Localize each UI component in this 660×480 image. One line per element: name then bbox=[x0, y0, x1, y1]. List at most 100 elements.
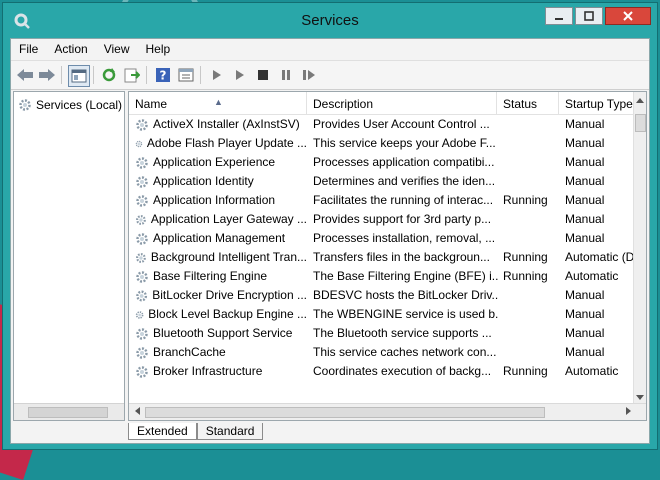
back-button[interactable] bbox=[15, 65, 35, 85]
column-header-status[interactable]: Status bbox=[497, 92, 559, 114]
scroll-up-icon bbox=[636, 98, 644, 103]
service-startup-type: Manual bbox=[565, 193, 605, 207]
service-startup-type: Manual bbox=[565, 326, 605, 340]
console-tree-pane: Services (Local) bbox=[13, 91, 125, 421]
maximize-button[interactable] bbox=[575, 7, 603, 25]
back-icon bbox=[17, 69, 33, 81]
scrollbar-thumb[interactable] bbox=[28, 407, 108, 418]
service-row[interactable]: BranchCache This service caches network … bbox=[129, 343, 636, 362]
service-name-cell: Background Intelligent Tran... bbox=[135, 248, 307, 267]
toolbar: ? bbox=[11, 60, 649, 90]
service-name-cell: Adobe Flash Player Update ... bbox=[135, 134, 307, 153]
stop-service-button[interactable] bbox=[253, 65, 273, 85]
minimize-button[interactable] bbox=[545, 7, 573, 25]
service-name: Application Layer Gateway ... bbox=[150, 212, 307, 226]
tab-extended[interactable]: Extended bbox=[128, 423, 197, 440]
service-name-cell: Application Information bbox=[135, 191, 307, 210]
title-bar[interactable]: Services bbox=[3, 3, 657, 39]
service-gear-icon bbox=[136, 327, 148, 340]
service-status: Running bbox=[503, 364, 548, 378]
export-list-button[interactable] bbox=[122, 65, 142, 85]
service-status bbox=[503, 324, 559, 343]
service-description: Processes installation, removal, ... bbox=[313, 231, 496, 245]
menu-view[interactable]: View bbox=[96, 39, 138, 59]
service-name-cell: Application Experience bbox=[135, 153, 307, 172]
service-name-cell: Application Identity bbox=[135, 172, 307, 191]
service-description: The Bluetooth service supports ... bbox=[313, 326, 492, 340]
restart-service-button[interactable] bbox=[299, 65, 319, 85]
pause-service-button[interactable] bbox=[276, 65, 296, 85]
column-header-startup-type[interactable]: Startup Type bbox=[559, 92, 636, 114]
refresh-button[interactable] bbox=[99, 65, 119, 85]
scrollbar-thumb[interactable] bbox=[635, 114, 646, 132]
service-startup-type: Manual bbox=[565, 117, 605, 131]
scrollbar-thumb[interactable] bbox=[145, 407, 545, 418]
service-row[interactable]: Application Layer Gateway ... Provides s… bbox=[129, 210, 636, 229]
service-startup-type: Manual bbox=[565, 288, 605, 302]
list-vertical-scrollbar[interactable] bbox=[633, 92, 646, 405]
start-service-icon bbox=[213, 70, 221, 80]
service-name-cell: ActiveX Installer (AxInstSV) bbox=[135, 115, 307, 134]
start-service-alt-button[interactable] bbox=[230, 65, 250, 85]
service-startup-type: Manual bbox=[565, 174, 605, 188]
forward-icon bbox=[39, 69, 55, 81]
service-row[interactable]: Application Management Processes install… bbox=[129, 229, 636, 248]
tab-standard[interactable]: Standard bbox=[196, 423, 264, 440]
service-status bbox=[503, 172, 559, 191]
menu-file[interactable]: File bbox=[11, 39, 46, 59]
column-header-name[interactable]: Name ▲ bbox=[129, 92, 307, 114]
service-row[interactable]: Background Intelligent Tran... Transfers… bbox=[129, 248, 636, 267]
service-name-cell: Block Level Backup Engine ... bbox=[135, 305, 307, 324]
service-name: BitLocker Drive Encryption ... bbox=[152, 288, 307, 302]
help-button[interactable]: ? bbox=[153, 65, 173, 85]
window-client: File Action View Help ? Services (Local)… bbox=[10, 38, 650, 444]
service-description: Determines and verifies the iden... bbox=[313, 174, 496, 188]
service-row[interactable]: Application Identity Determines and veri… bbox=[129, 172, 636, 191]
menu-action[interactable]: Action bbox=[46, 39, 95, 59]
service-name: Background Intelligent Tran... bbox=[150, 250, 307, 264]
service-row[interactable]: Adobe Flash Player Update ... This servi… bbox=[129, 134, 636, 153]
service-row[interactable]: Application Information Facilitates the … bbox=[129, 191, 636, 210]
service-row[interactable]: BitLocker Drive Encryption ... BDESVC ho… bbox=[129, 286, 636, 305]
forward-button[interactable] bbox=[37, 65, 57, 85]
tree-item-services-local[interactable]: Services (Local) bbox=[18, 96, 122, 114]
service-row[interactable]: Broker Infrastructure Coordinates execut… bbox=[129, 362, 636, 381]
service-status bbox=[503, 210, 559, 229]
list-horizontal-scrollbar[interactable] bbox=[129, 403, 646, 420]
service-description: Facilitates the running of interac... bbox=[313, 193, 494, 207]
start-service-alt-icon bbox=[236, 70, 244, 80]
menu-help[interactable]: Help bbox=[138, 39, 179, 59]
start-service-button[interactable] bbox=[207, 65, 227, 85]
services-list: ActiveX Installer (AxInstSV) Provides Us… bbox=[129, 115, 636, 381]
service-name-cell: BranchCache bbox=[135, 343, 307, 362]
close-icon bbox=[623, 11, 633, 21]
column-header-description[interactable]: Description bbox=[307, 92, 497, 114]
close-button[interactable] bbox=[605, 7, 651, 25]
menu-bar: File Action View Help bbox=[11, 39, 649, 59]
service-description: Coordinates execution of backg... bbox=[313, 364, 492, 378]
service-row[interactable]: Base Filtering Engine The Base Filtering… bbox=[129, 267, 636, 286]
service-gear-icon bbox=[136, 232, 148, 245]
service-status bbox=[503, 115, 559, 134]
service-status bbox=[503, 153, 559, 172]
services-list-pane: Name ▲ Description Status Startup Type A… bbox=[128, 91, 647, 421]
service-description: The Base Filtering Engine (BFE) i... bbox=[313, 269, 499, 283]
properties-button[interactable] bbox=[176, 65, 196, 85]
service-startup-type: Automatic bbox=[565, 364, 619, 378]
service-row[interactable]: Block Level Backup Engine ... The WBENGI… bbox=[129, 305, 636, 324]
service-status bbox=[503, 305, 559, 324]
gear-icon bbox=[19, 99, 31, 111]
service-row[interactable]: ActiveX Installer (AxInstSV) Provides Us… bbox=[129, 115, 636, 134]
scroll-down-icon bbox=[636, 395, 644, 400]
tree-item-label: Services (Local) bbox=[36, 98, 123, 112]
service-name-cell: Application Management bbox=[135, 229, 307, 248]
service-row[interactable]: Application Experience Processes applica… bbox=[129, 153, 636, 172]
service-description: Transfers files in the backgroun... bbox=[313, 250, 490, 264]
service-row[interactable]: Bluetooth Support Service The Bluetooth … bbox=[129, 324, 636, 343]
tree-horizontal-scrollbar[interactable] bbox=[14, 403, 124, 420]
service-status bbox=[503, 229, 559, 248]
pause-service-icon bbox=[282, 70, 290, 80]
service-name: Adobe Flash Player Update ... bbox=[146, 136, 307, 150]
service-description: This service keeps your Adobe F... bbox=[313, 136, 496, 150]
show-hide-console-tree-button[interactable] bbox=[68, 65, 90, 87]
